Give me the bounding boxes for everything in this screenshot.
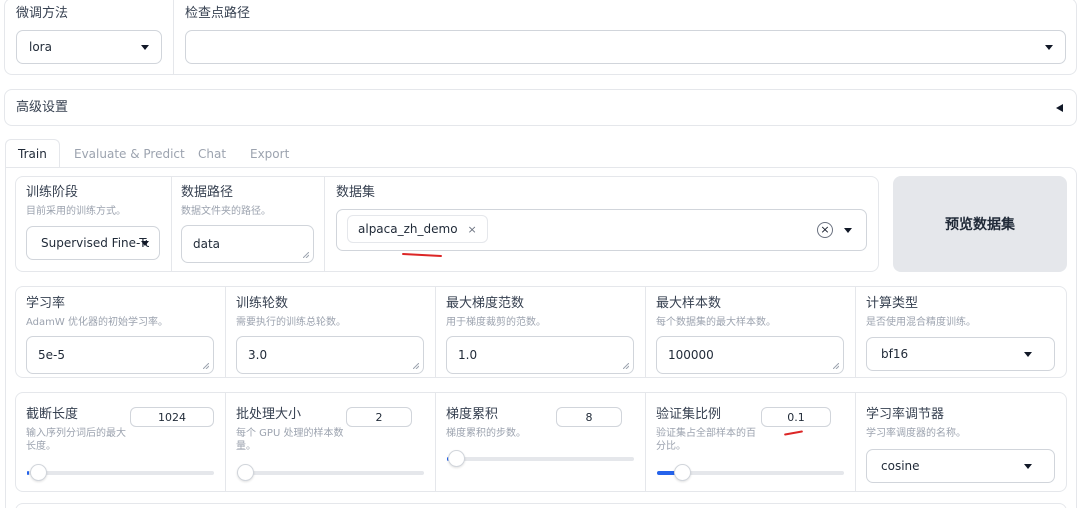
preview-dataset-button[interactable]: 预览数据集 — [893, 176, 1067, 272]
cutoff-len-slider[interactable] — [27, 464, 214, 481]
dataset-dir-label: 数据路径 — [181, 185, 234, 200]
max-grad-norm-label: 最大梯度范数 — [446, 296, 525, 311]
val-size-info: 验证集占全部样本的百分比。 — [656, 428, 756, 452]
num-epochs-label: 训练轮数 — [236, 296, 289, 311]
chevron-down-icon — [1045, 44, 1053, 50]
chip-remove-icon[interactable]: × — [468, 223, 477, 236]
learning-rate-value: 5e-5 — [38, 348, 65, 362]
collapse-arrow-icon[interactable] — [1056, 104, 1063, 112]
resize-grip-icon[interactable] — [203, 363, 209, 369]
dataset-label: 数据集 — [336, 185, 376, 200]
next-section-panel — [15, 503, 1067, 508]
lr-scheduler-dropdown[interactable]: cosine — [866, 449, 1055, 483]
batch-size-label: 批处理大小 — [236, 407, 302, 422]
grad-accum-number[interactable]: 8 — [556, 407, 622, 427]
compute-type-dropdown[interactable]: bf16 — [866, 337, 1055, 371]
batch-size-slider[interactable] — [237, 464, 424, 481]
advanced-settings-accordion[interactable]: 高级设置 — [4, 89, 1077, 126]
dataset-dir-input[interactable]: data — [181, 225, 314, 263]
val-size-slider[interactable] — [657, 464, 844, 481]
num-epochs-input[interactable]: 3.0 — [236, 336, 424, 374]
dataset-dir-info: 数据文件夹的路径。 — [181, 206, 271, 217]
chevron-down-icon — [141, 44, 149, 50]
grad-accum-slider[interactable] — [447, 450, 634, 467]
chevron-down-icon — [1024, 351, 1032, 357]
dataset-dir-value: data — [193, 237, 221, 251]
training-stage-info: 目前采用的训练方式。 — [26, 206, 126, 217]
dataset-chip[interactable]: alpaca_zh_demo × — [347, 215, 488, 243]
training-stage-dropdown[interactable]: Supervised Fine-Tuning — [26, 226, 160, 260]
chevron-down-icon — [1024, 463, 1032, 469]
finetune-method-value: lora — [29, 40, 52, 54]
cutoff-len-number[interactable]: 1024 — [130, 407, 214, 427]
cutoff-len-slider-thumb[interactable] — [30, 464, 47, 481]
batch-size-number[interactable]: 2 — [346, 407, 412, 427]
advanced-settings-label: 高级设置 — [16, 100, 69, 115]
max-grad-norm-info: 用于梯度裁剪的范数。 — [446, 317, 546, 328]
compute-type-info: 是否使用混合精度训练。 — [866, 317, 976, 328]
tab-export[interactable]: Export — [250, 143, 289, 165]
training-stage-value: Supervised Fine-Tuning — [41, 236, 149, 250]
finetune-method-dropdown[interactable]: lora — [16, 30, 162, 64]
cutoff-len-info: 输入序列分词后的最大长度。 — [26, 428, 126, 452]
learning-rate-info: AdamW 优化器的初始学习率。 — [26, 317, 168, 328]
val-size-number[interactable]: 0.1 — [761, 407, 831, 427]
num-epochs-value: 3.0 — [248, 348, 268, 362]
val-size-slider-thumb[interactable] — [674, 464, 691, 481]
checkpoint-path-dropdown[interactable] — [185, 30, 1066, 64]
learning-rate-input[interactable]: 5e-5 — [26, 336, 214, 374]
chevron-down-icon — [141, 240, 149, 246]
finetune-method-label: 微调方法 — [16, 6, 69, 21]
dataset-clear-icon[interactable]: × — [817, 222, 833, 238]
training-stage-label: 训练阶段 — [26, 185, 79, 200]
max-grad-norm-value: 1.0 — [458, 348, 478, 362]
lr-scheduler-info: 学习率调度器的名称。 — [866, 428, 966, 439]
chevron-down-icon[interactable] — [844, 228, 852, 233]
compute-type-label: 计算类型 — [866, 296, 919, 311]
resize-grip-icon[interactable] — [833, 363, 839, 369]
max-samples-label: 最大样本数 — [656, 296, 722, 311]
cutoff-len-label: 截断长度 — [26, 407, 79, 422]
grad-accum-slider-thumb[interactable] — [448, 450, 465, 467]
checkpoint-path-label: 检查点路径 — [185, 6, 251, 21]
grad-accum-info: 梯度累积的步数。 — [446, 428, 526, 439]
compute-type-value: bf16 — [881, 347, 909, 361]
lr-scheduler-label: 学习率调节器 — [866, 407, 945, 422]
tab-evaluate-predict[interactable]: Evaluate & Predict — [74, 143, 185, 165]
num-epochs-info: 需要执行的训练总轮数。 — [236, 317, 346, 328]
grad-accum-label: 梯度累积 — [446, 407, 499, 422]
max-samples-value: 100000 — [668, 348, 714, 362]
tab-train-label[interactable]: Train — [18, 143, 47, 165]
resize-grip-icon[interactable] — [303, 252, 309, 258]
batch-size-slider-thumb[interactable] — [237, 464, 254, 481]
lr-scheduler-value: cosine — [881, 459, 920, 473]
max-grad-norm-input[interactable]: 1.0 — [446, 336, 634, 374]
tab-chat[interactable]: Chat — [198, 143, 226, 165]
max-samples-info: 每个数据集的最大样本数。 — [656, 317, 776, 328]
cutoff-len-slider-fill — [27, 471, 29, 475]
max-samples-input[interactable]: 100000 — [656, 336, 844, 374]
dataset-chip-label: alpaca_zh_demo — [358, 222, 458, 236]
val-size-label: 验证集比例 — [656, 407, 722, 422]
batch-size-info: 每个 GPU 处理的样本数量。 — [236, 428, 344, 452]
learning-rate-label: 学习率 — [26, 296, 66, 311]
resize-grip-icon[interactable] — [623, 363, 629, 369]
resize-grip-icon[interactable] — [413, 363, 419, 369]
